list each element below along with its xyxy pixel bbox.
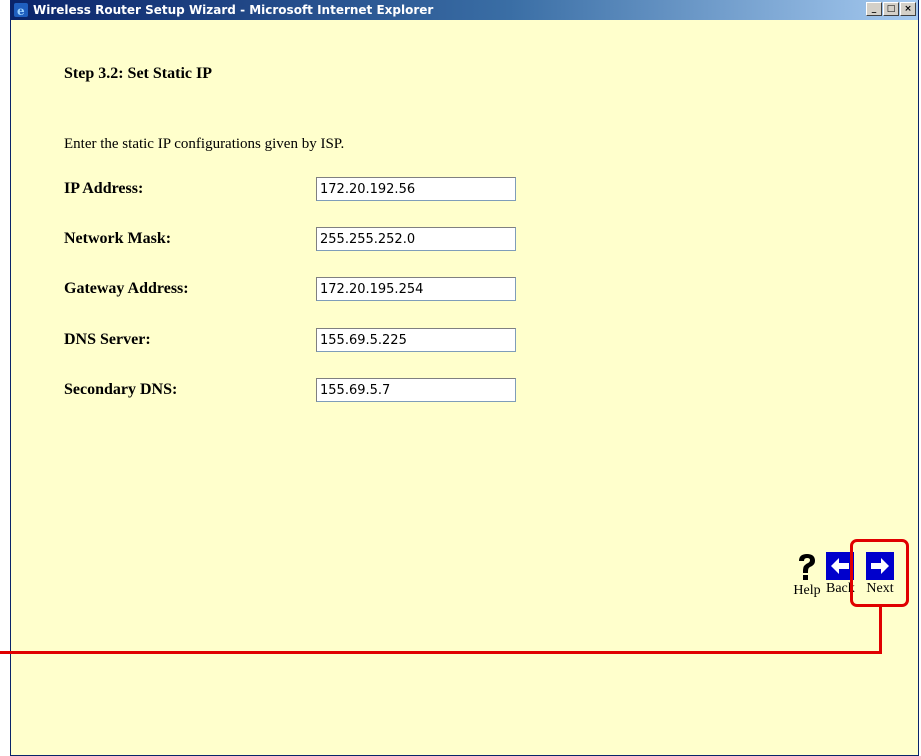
instruction-text: Enter the static IP configurations given… [64,136,345,152]
next-label: Next [866,581,894,596]
arrow-left-icon [826,552,855,580]
internet-explorer-icon: e [14,3,28,18]
network-mask-label: Network Mask: [64,230,172,247]
maximize-button[interactable]: □ [883,2,899,16]
gateway-address-label: Gateway Address: [64,280,189,297]
wizard-content: Step 3.2: Set Static IP Enter the static… [11,20,918,755]
step-title: Step 3.2: Set Static IP [64,65,212,82]
arrow-right-icon [866,552,894,580]
title-bar: e Wireless Router Setup Wizard - Microso… [11,0,918,20]
help-label: Help [793,583,821,598]
question-mark-icon [792,552,822,582]
ip-address-input[interactable] [316,177,516,201]
dns-server-label: DNS Server: [64,331,151,348]
back-label: Back [826,581,855,596]
secondary-dns-label: Secondary DNS: [64,381,178,398]
minimize-button[interactable]: _ [866,2,882,16]
gateway-address-input[interactable] [316,277,516,301]
browser-window: e Wireless Router Setup Wizard - Microso… [10,0,919,756]
dns-server-input[interactable] [316,328,516,352]
network-mask-input[interactable] [316,227,516,251]
window-title: Wireless Router Setup Wizard - Microsoft… [33,3,434,17]
secondary-dns-input[interactable] [316,378,516,402]
close-button[interactable]: × [900,2,916,16]
help-button[interactable]: Help [792,552,822,599]
next-button[interactable]: Next [866,552,894,597]
back-button[interactable]: Back [826,552,855,597]
ip-address-label: IP Address: [64,180,144,197]
svg-text:e: e [17,4,25,18]
window-controls: _ □ × [865,2,916,16]
